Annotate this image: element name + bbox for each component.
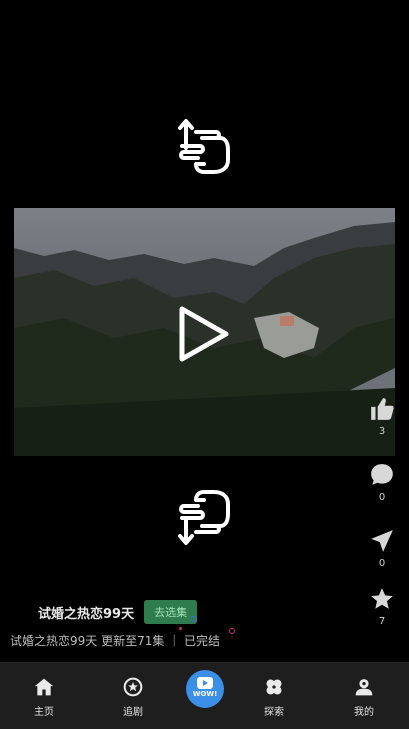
star-icon — [371, 588, 393, 609]
nav-label-follow: 追剧 — [123, 707, 143, 718]
nav-label-home: 主页 — [34, 707, 54, 718]
share-button[interactable]: 0 — [367, 528, 397, 569]
user-icon — [355, 679, 373, 696]
wow-button[interactable]: WOW! — [186, 670, 224, 708]
play-badge-icon — [197, 677, 213, 689]
like-button[interactable]: 3 — [367, 396, 397, 437]
star-circle-icon — [123, 677, 143, 697]
nav-item-follow[interactable]: 追剧 — [103, 677, 163, 718]
send-icon — [371, 530, 393, 552]
comment-button[interactable]: 0 — [367, 462, 397, 503]
decor-dot — [191, 616, 197, 622]
comment-count: 0 — [378, 492, 386, 503]
clover-icon — [266, 679, 282, 695]
decor-dot — [229, 628, 235, 634]
swipe-down-hint-icon — [176, 488, 234, 546]
decor-dot — [179, 627, 182, 630]
nav-label-mine: 我的 — [354, 707, 374, 718]
select-episode-button[interactable]: 去选集 — [144, 600, 198, 624]
collect-button[interactable]: 7 — [367, 586, 397, 627]
drama-title-row: 试婚之热恋99天 去选集 — [38, 600, 198, 624]
nav-label-explore: 探索 — [264, 707, 284, 718]
home-icon — [34, 678, 54, 696]
wow-label: WOW! — [192, 690, 218, 698]
like-count: 3 — [378, 426, 386, 437]
nav-item-mine[interactable]: 我的 — [334, 677, 394, 718]
share-count: 0 — [378, 558, 386, 569]
thumbs-up-icon — [371, 398, 394, 420]
video-player[interactable] — [14, 208, 395, 456]
collect-count: 7 — [378, 616, 386, 627]
drama-title: 试婚之热恋99天 — [38, 606, 135, 622]
nav-item-home[interactable]: 主页 — [14, 677, 74, 718]
swipe-up-hint-icon — [176, 118, 234, 176]
comment-icon — [371, 464, 393, 485]
nav-item-explore[interactable]: 探索 — [244, 677, 304, 718]
play-icon[interactable] — [176, 304, 232, 364]
episode-status: 试婚之热恋99天 更新至71集 ｜ 已完结 — [10, 634, 220, 648]
